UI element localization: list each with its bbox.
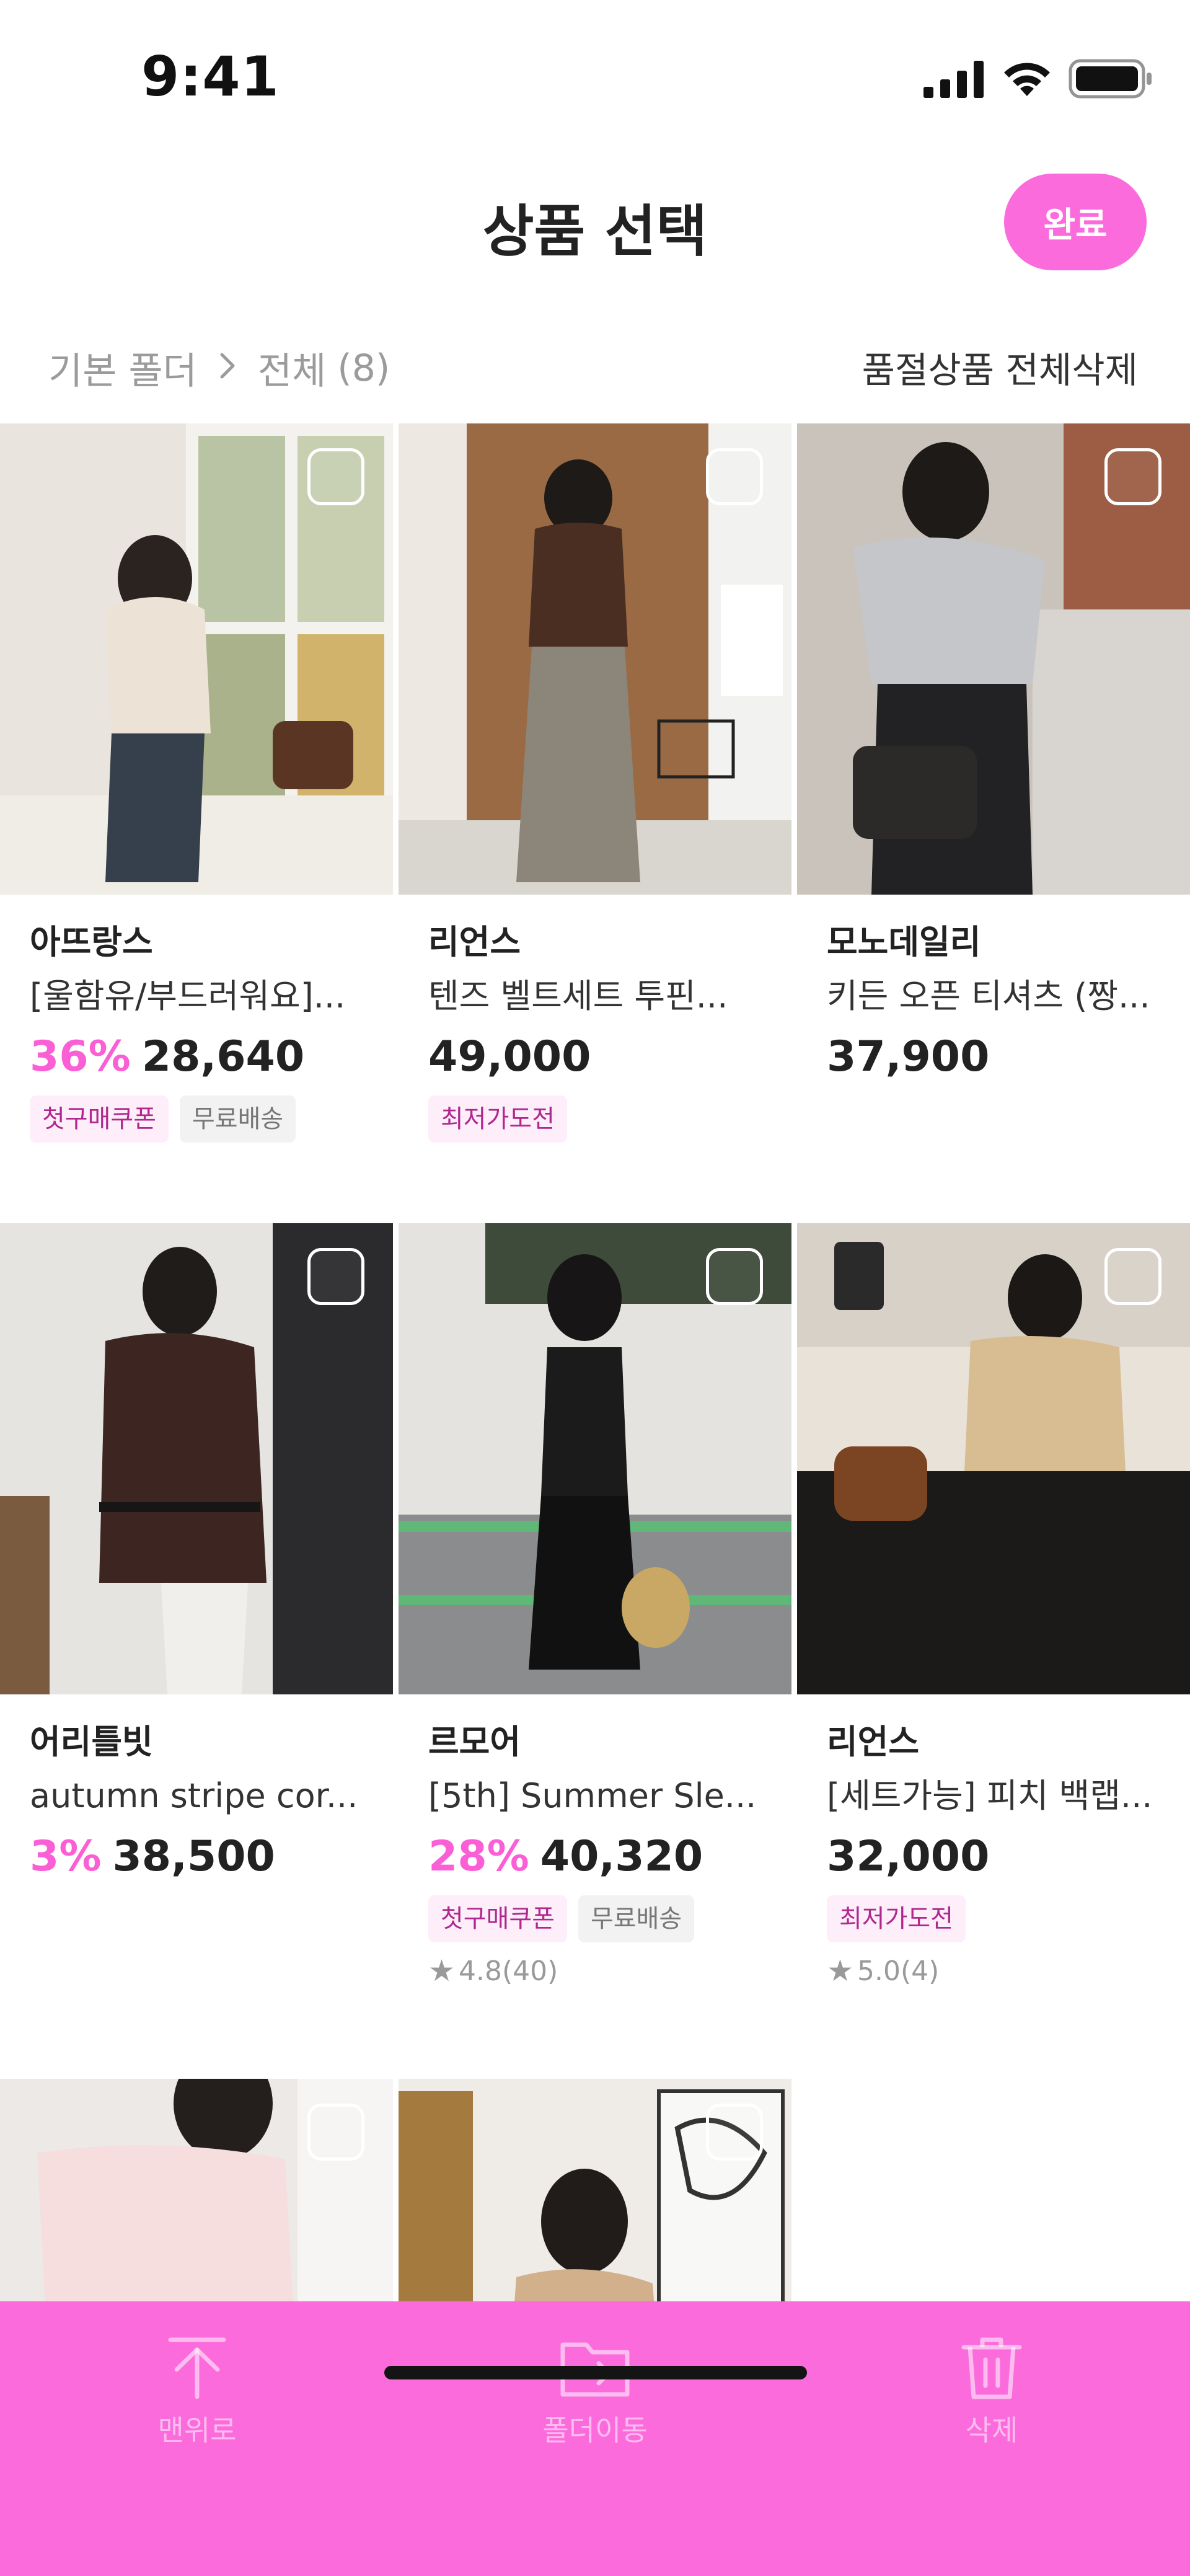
- tag-list: 첫구매쿠폰 무료배송: [30, 1095, 377, 1143]
- product-name: [세트가능] 피치 백랩...: [827, 1776, 1153, 1815]
- select-checkbox[interactable]: [706, 448, 763, 505]
- scroll-to-top-label: 맨위로: [157, 2414, 237, 2447]
- chevron-right-icon: [218, 347, 237, 390]
- product-name: [울함유/부드러워요]...: [30, 976, 346, 1016]
- arrow-up-to-top-icon: [168, 2337, 226, 2399]
- price-row: 32,000: [827, 1827, 1174, 1887]
- product-price: 49,000: [428, 1032, 591, 1081]
- select-checkbox[interactable]: [706, 2104, 763, 2161]
- delete-label: 삭제: [965, 2414, 1018, 2447]
- wifi-icon: [1004, 63, 1050, 96]
- price-row: 49,000: [428, 1027, 775, 1087]
- product-price: 37,900: [827, 1032, 990, 1081]
- delete-soldout-button[interactable]: 품절상품 전체삭제: [862, 341, 1138, 393]
- product-brand: 르모어: [428, 1722, 521, 1761]
- status-time: 9:41: [141, 45, 280, 108]
- star-icon: ★: [428, 1954, 456, 1988]
- breadcrumb-current: 전체: [257, 350, 327, 393]
- tag-first-purchase-coupon: 첫구매쿠폰: [30, 1095, 169, 1143]
- tag-list: 최저가도전: [428, 1095, 775, 1143]
- price-row: 28% 40,320: [428, 1827, 775, 1887]
- breadcrumb-row: 기본 폴더 전체 (8) 품절상품 전체삭제: [0, 329, 1190, 403]
- trash-icon: [961, 2337, 1022, 2399]
- product-info: 어리틀빗 autumn stripe cor... 3% 38,500: [30, 1719, 377, 1887]
- breadcrumb: 기본 폴더 전체 (8): [48, 341, 390, 395]
- tag-list: 최저가도전: [827, 1895, 1174, 1942]
- price-row: 37,900: [827, 1027, 1174, 1087]
- product-info: 리언스 [세트가능] 피치 백랩... 32,000 최저가도전 ★ 5.0(4…: [827, 1719, 1174, 1988]
- select-checkbox[interactable]: [307, 2104, 364, 2161]
- product-price: 32,000: [827, 1832, 990, 1881]
- tag-free-shipping: 무료배송: [578, 1895, 695, 1942]
- done-button[interactable]: 완료: [1004, 174, 1147, 270]
- product-name: 키든 오픈 티셔츠 (짱...: [827, 976, 1150, 1016]
- rating: ★ 5.0(4): [827, 1954, 1174, 1988]
- star-icon: ★: [827, 1954, 854, 1988]
- select-checkbox[interactable]: [706, 1248, 763, 1305]
- select-checkbox[interactable]: [1104, 448, 1161, 505]
- product-brand: 리언스: [428, 923, 521, 962]
- status-icons: [923, 57, 1153, 100]
- rating-value: 4.8(40): [459, 1955, 558, 1987]
- move-folder-button[interactable]: 폴더이동: [471, 2334, 719, 2449]
- product-name: 텐즈 벨트세트 투핀...: [428, 976, 728, 1016]
- product-brand: 어리틀빗: [30, 1722, 153, 1761]
- product-price: 40,320: [540, 1832, 703, 1881]
- product-info: 아뜨랑스 [울함유/부드러워요]... 36% 28,640 첫구매쿠폰 무료배…: [30, 919, 377, 1143]
- breadcrumb-folder[interactable]: 기본 폴더: [48, 341, 197, 395]
- product-name: autumn stripe cor...: [30, 1776, 358, 1815]
- tag-lowest-price: 최저가도전: [827, 1895, 966, 1942]
- price-row: 3% 38,500: [30, 1827, 377, 1887]
- bottom-action-bar: 맨위로 폴더이동 삭제: [0, 2301, 1190, 2576]
- cellular-signal-icon: [923, 61, 984, 98]
- price-row: 36% 28,640: [30, 1027, 377, 1087]
- breadcrumb-count: (8): [337, 346, 390, 390]
- product-info: 모노데일리 키든 오픈 티셔츠 (짱... 37,900: [827, 919, 1174, 1087]
- tag-list: 첫구매쿠폰 무료배송: [428, 1895, 775, 1942]
- tag-first-purchase-coupon: 첫구매쿠폰: [428, 1895, 567, 1942]
- rating-value: 5.0(4): [857, 1955, 940, 1987]
- discount-rate: 28%: [428, 1832, 529, 1881]
- battery-icon: [1069, 59, 1152, 99]
- move-folder-label: 폴더이동: [542, 2414, 648, 2447]
- select-checkbox[interactable]: [307, 448, 364, 505]
- header: 상품 선택 완료: [0, 155, 1190, 291]
- product-price: 28,640: [141, 1032, 305, 1081]
- product-info: 르모어 [5th] Summer Sle... 28% 40,320 첫구매쿠폰…: [428, 1719, 775, 1988]
- discount-rate: 36%: [30, 1032, 131, 1081]
- select-checkbox[interactable]: [307, 1248, 364, 1305]
- product-brand: 아뜨랑스: [30, 923, 153, 962]
- status-bar: 9:41: [0, 0, 1190, 155]
- select-checkbox[interactable]: [1104, 1248, 1161, 1305]
- product-info: 리언스 텐즈 벨트세트 투핀... 49,000 최저가도전: [428, 919, 775, 1143]
- product-brand: 리언스: [827, 1722, 920, 1761]
- product-name: [5th] Summer Sle...: [428, 1776, 757, 1815]
- product-brand: 모노데일리: [827, 923, 981, 962]
- tag-lowest-price: 최저가도전: [428, 1095, 567, 1143]
- delete-button[interactable]: 삭제: [868, 2334, 1116, 2449]
- product-price: 38,500: [112, 1832, 275, 1881]
- rating: ★ 4.8(40): [428, 1954, 775, 1988]
- scroll-to-top-button[interactable]: 맨위로: [73, 2334, 321, 2449]
- home-indicator: [384, 2366, 807, 2379]
- tag-free-shipping: 무료배송: [180, 1095, 296, 1143]
- discount-rate: 3%: [30, 1832, 102, 1881]
